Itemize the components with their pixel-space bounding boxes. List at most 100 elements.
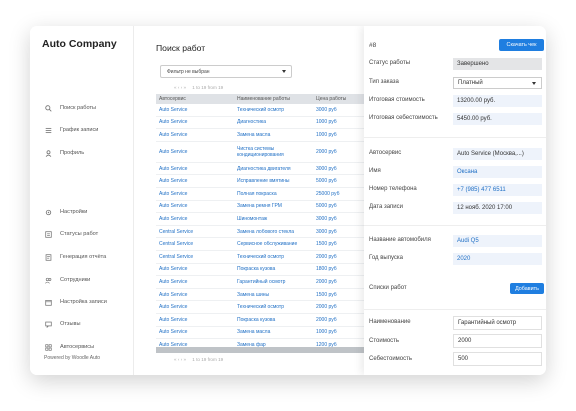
table-cell: Central Service (159, 241, 194, 248)
nav-item-profile[interactable]: Профиль (44, 147, 84, 159)
nav-item-reviews[interactable]: Отзывы (44, 318, 81, 330)
table-row[interactable]: Auto Service Покраска кузова 1800 руб (156, 264, 364, 277)
service-value: Auto Service (Москва,...) (453, 148, 542, 160)
nav-item-staff[interactable]: Сотрудники (44, 274, 90, 286)
car-year-value[interactable]: 2020 (453, 253, 542, 265)
table-row[interactable]: Auto Service Покраска кузова 2000 руб (156, 314, 364, 327)
work-prime-cost-input[interactable]: 500 (453, 352, 542, 366)
calendar-icon (44, 298, 53, 307)
field-label: Итоговая себестоимость (369, 115, 438, 121)
team-icon (44, 276, 53, 285)
order-type-value: Платный (458, 80, 483, 86)
nav-label: Настройки (60, 209, 88, 215)
column-header[interactable]: Наименование работы (234, 96, 313, 102)
app-window: Auto Company Поиск работы График записи … (30, 26, 546, 375)
divider (364, 225, 546, 226)
works-list-label: Списки работ (369, 285, 407, 291)
download-receipt-button[interactable]: Скачать чек (499, 39, 544, 51)
table-cell: 1000 руб (316, 329, 337, 336)
table-cell: 5000 руб (316, 178, 337, 185)
field-label: Себестоимость (369, 356, 413, 362)
table-cell: Замена шины (237, 291, 270, 298)
table-cell: Замена лобового стекла (237, 228, 295, 235)
grid-icon (44, 343, 53, 352)
chat-icon (44, 320, 53, 329)
table-row[interactable]: Auto Service Чистка системы кондициониров… (156, 142, 364, 163)
client-name-value[interactable]: Оксана (453, 166, 542, 178)
table-row[interactable]: Auto Service Диагностика двигателя 3000 ру… (156, 163, 364, 176)
table-cell: Технический осмотр (237, 253, 285, 260)
field-label: Название автомобиля (369, 237, 431, 243)
field-label: Автосервис (369, 150, 402, 156)
table-row[interactable]: Auto Service Замена ремня ГРМ 5000 руб (156, 201, 364, 214)
search-icon (44, 104, 53, 113)
field-label: Стоимость (369, 338, 400, 344)
nav-item-job-search[interactable]: Поиск работы (44, 102, 96, 114)
work-cost-input[interactable]: 2000 (453, 334, 542, 348)
table-row[interactable]: Auto Service Технический осмотр 3000 руб (156, 104, 364, 117)
nav-item-booking-settings[interactable]: Настройка записи (44, 296, 107, 308)
chevron-down-icon (532, 82, 536, 85)
add-work-button[interactable]: Добавить (510, 283, 544, 294)
table-row[interactable]: Auto Service Гарантийный осмотр 2000 руб (156, 276, 364, 289)
table-cell: Auto Service (159, 165, 188, 172)
nav-label: Профиль (60, 150, 85, 156)
order-type-select[interactable]: Платный (453, 77, 542, 89)
table-cell: Central Service (159, 253, 194, 260)
filter-select[interactable]: Фильтр не выбран (160, 65, 292, 78)
table-row[interactable]: Central Service Технический осмотр 2000 ру… (156, 251, 364, 264)
nav-item-report[interactable]: Генерация отчёта (44, 251, 106, 263)
divider (364, 309, 546, 310)
table-row[interactable]: Auto Service Шиномонтаж 3000 руб (156, 213, 364, 226)
field-label: Дата записи (369, 204, 403, 210)
field-label: Имя (369, 168, 381, 174)
field-label: Статус работы (369, 60, 411, 66)
table-cell: Гарантийный осмотр (237, 278, 286, 285)
table-row[interactable]: Auto Service Замена шины 1500 руб (156, 289, 364, 302)
table-cell: Замена масла (237, 329, 271, 336)
table-body: Auto Service Технический осмотр 3000 руб Au… (156, 104, 364, 352)
nav-label: Настройка записи (60, 299, 107, 305)
column-header[interactable]: Цена работы (313, 96, 364, 102)
table-row[interactable]: Central Service Замена лобового стекла 300… (156, 226, 364, 239)
pager-bottom[interactable]: « ‹ › » 1 to 19 from 19 (174, 357, 223, 362)
pager-arrows[interactable]: « ‹ › » (174, 85, 186, 90)
table-cell: 25000 руб (316, 190, 340, 197)
table-cell: 1800 руб (316, 266, 337, 273)
order-detail-panel: #8 Скачать чек Статус работы Завершено Т… (364, 26, 546, 375)
nav-item-settings[interactable]: Настройки (44, 206, 87, 218)
table-cell: Central Service (159, 228, 194, 235)
work-name-input[interactable]: Гарантийный осмотр (453, 316, 542, 330)
table-cell: 3000 руб (316, 228, 337, 235)
table-cell: Auto Service (159, 119, 188, 126)
table-row[interactable]: Auto Service Исправление вмятины 5000 руб (156, 175, 364, 188)
table-cell: Исправление вмятины (237, 178, 290, 185)
table-row[interactable]: Central Service Сервисное обслуживание 150… (156, 238, 364, 251)
gear-icon (44, 208, 53, 217)
table-cell: Замена масла (237, 131, 271, 138)
table-cell: Замена ремня ГРМ (237, 203, 282, 210)
main-content: Поиск работ Фильтр не выбран « ‹ › » 1 t… (134, 26, 364, 375)
pager-top[interactable]: « ‹ › » 1 to 19 from 19 (174, 85, 223, 90)
nav-item-schedule[interactable]: График записи (44, 124, 98, 136)
nav-label: Сотрудники (60, 277, 91, 283)
phone-value[interactable]: +7 (985) 477 6511 (453, 184, 542, 196)
table-row[interactable]: Auto Service Диагностика 1000 руб (156, 117, 364, 130)
table-cell: Технический осмотр (237, 106, 285, 113)
nav-item-services[interactable]: Автосервисы (44, 341, 94, 353)
column-header[interactable]: Автосервис (156, 96, 234, 102)
car-name-value[interactable]: Audi Q5 (453, 235, 542, 247)
table-cell: 1500 руб (316, 241, 337, 248)
nav-item-statuses[interactable]: Статусы работ (44, 228, 98, 240)
table-row[interactable]: Auto Service Замена масла 1000 руб (156, 327, 364, 340)
table-cell: 2000 руб (316, 148, 337, 155)
table-cell: Auto Service (159, 329, 188, 336)
table-cell: 1500 руб (316, 291, 337, 298)
table-row[interactable]: Auto Service Замена масла 1000 руб (156, 129, 364, 142)
table-row[interactable]: Auto Service Полная покраска 25000 руб (156, 188, 364, 201)
booking-date-value: 12 нояб. 2020 17:00 (453, 202, 542, 214)
table-row[interactable]: Auto Service Технический осмотр 2000 руб (156, 301, 364, 314)
horizontal-scrollbar[interactable] (156, 347, 364, 353)
pager-arrows[interactable]: « ‹ › » (174, 357, 186, 362)
table-cell: Auto Service (159, 266, 188, 273)
